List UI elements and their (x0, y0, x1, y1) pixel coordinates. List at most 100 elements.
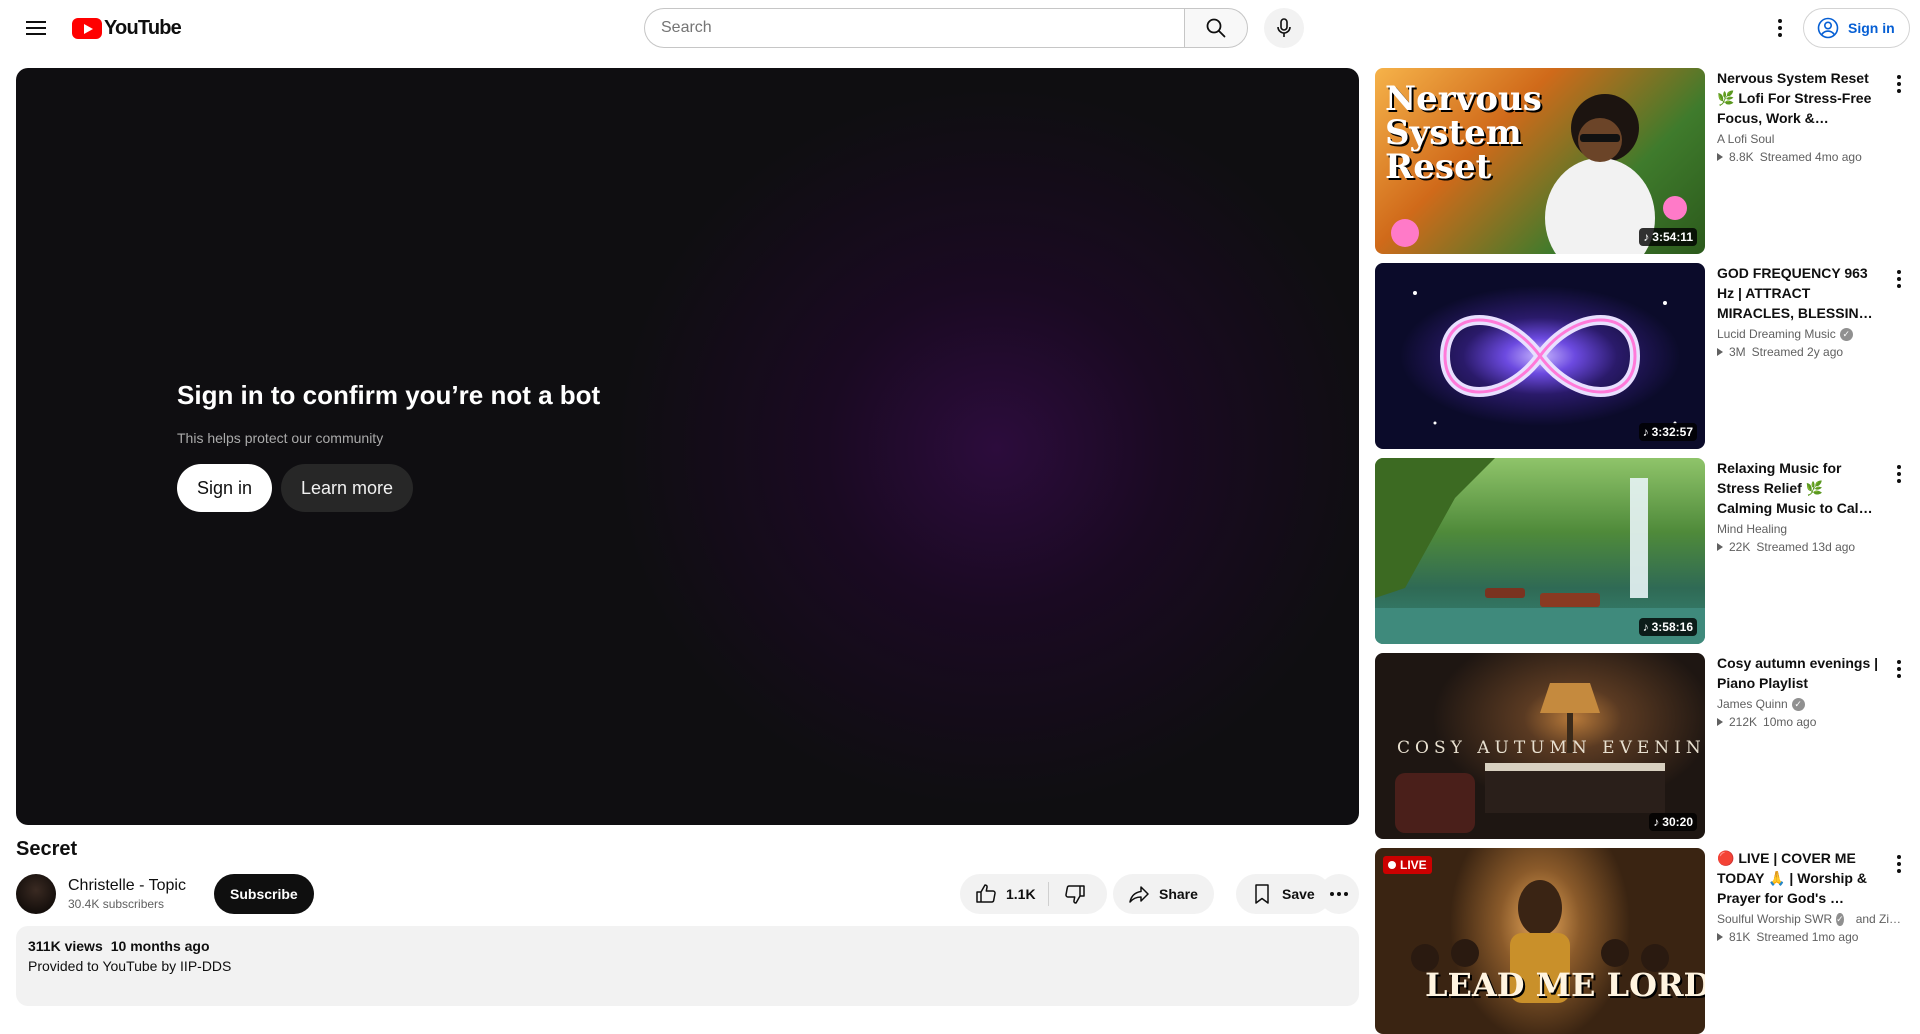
upload-age: Streamed 1mo ago (1756, 930, 1859, 944)
thumbs-up-icon (976, 884, 996, 903)
video-stats: 81K Streamed 1mo ago (1717, 930, 1881, 944)
dislike-button[interactable] (1049, 874, 1101, 914)
view-count: 22K (1729, 540, 1751, 554)
video-stats: 3M Streamed 2y ago (1717, 345, 1881, 359)
save-button[interactable]: Save (1236, 874, 1331, 914)
upload-age: Streamed 2y ago (1751, 345, 1844, 359)
menu-icon[interactable] (16, 12, 56, 44)
like-button[interactable]: 1.1K (960, 882, 1049, 906)
header-signin-button[interactable]: Sign in (1803, 8, 1910, 48)
related-video-item[interactable]: ♪ 3:32:57 GOD FREQUENCY 963 Hz | ATTRACT… (1375, 263, 1905, 449)
verified-icon: ✓ (1836, 912, 1844, 926)
view-count: 81K (1729, 930, 1751, 944)
description-meta: 311K views 10 months ago (28, 938, 1347, 954)
video-channel[interactable]: James Quinn ✓ (1717, 697, 1881, 711)
thumbnail-caption: COSY AUTUMN EVENINGS (1397, 738, 1705, 758)
microphone-icon (1277, 18, 1291, 37)
video-thumbnail[interactable]: ♪ 3:58:16 (1375, 458, 1705, 644)
duration-text: 3:54:11 (1652, 230, 1693, 244)
collab-channel: and Zi… (1855, 912, 1902, 926)
share-button[interactable]: Share (1113, 874, 1214, 914)
video-duration: ♪ 3:58:16 (1638, 618, 1697, 636)
video-title[interactable]: Cosy autumn evenings | Piano Playlist (1717, 653, 1881, 693)
video-title[interactable]: Relaxing Music for Stress Relief 🌿 Calmi… (1717, 458, 1881, 518)
video-channel[interactable]: A Lofi Soul (1717, 132, 1881, 146)
views-icon (1717, 153, 1723, 161)
search-bar (644, 8, 1304, 48)
upload-age: 10 months ago (110, 938, 210, 954)
video-info: Cosy autumn evenings | Piano Playlist Ja… (1717, 653, 1881, 729)
channel-name: Soulful Worship SWR (1717, 912, 1833, 926)
verified-icon: ✓ (1791, 697, 1805, 711)
thumbnail-art (1413, 291, 1677, 425)
action-menu-icon[interactable] (1893, 462, 1905, 486)
settings-menu-icon[interactable] (1764, 12, 1796, 44)
action-menu-icon[interactable] (1893, 657, 1905, 681)
search-input[interactable] (661, 19, 1184, 37)
like-count: 1.1K (1006, 886, 1036, 902)
search-box (644, 8, 1184, 48)
masthead: YouTube Sign in (0, 0, 1920, 56)
duration-text: 30:20 (1662, 815, 1693, 829)
related-video-item[interactable]: ♪ 3:58:16 Relaxing Music for Stress Reli… (1375, 458, 1905, 644)
video-title: Secret (16, 838, 78, 860)
video-duration: ♪ 30:20 (1649, 813, 1697, 831)
learn-more-button[interactable]: Learn more (281, 464, 414, 512)
video-channel[interactable]: Mind Healing (1717, 522, 1881, 536)
header-signin-label: Sign in (1848, 20, 1895, 36)
video-info: Relaxing Music for Stress Relief 🌿 Calmi… (1717, 458, 1881, 554)
video-stats: 22K Streamed 13d ago (1717, 540, 1881, 554)
video-title[interactable]: GOD FREQUENCY 963 Hz | ATTRACT MIRACLES,… (1717, 263, 1881, 323)
music-note-icon: ♪ (1653, 815, 1660, 829)
related-video-item[interactable]: COSY AUTUMN EVENINGS ♪ 30:20 Cosy autumn… (1375, 653, 1905, 839)
youtube-play-icon (72, 18, 102, 39)
video-title[interactable]: 🔴 LIVE | COVER ME TODAY 🙏 | Worship & Pr… (1717, 848, 1881, 908)
action-menu-icon[interactable] (1893, 72, 1905, 96)
channel-name: Lucid Dreaming Music (1717, 327, 1836, 341)
thumbnail-caption: Nervous System Reset (1385, 79, 1542, 187)
bot-check-title: Sign in to confirm you’re not a bot (177, 380, 601, 410)
views-icon (1717, 348, 1723, 356)
bookmark-icon (1255, 884, 1269, 904)
video-duration: ♪ 3:32:57 (1638, 423, 1697, 441)
video-info: Nervous System Reset 🌿 Lofi For Stress-F… (1717, 68, 1881, 164)
channel-name: Mind Healing (1717, 522, 1788, 536)
live-badge: LIVE (1383, 856, 1432, 874)
description-text: Provided to YouTube by IIP-DDS (28, 958, 232, 974)
channel-name: A Lofi Soul (1717, 132, 1775, 146)
live-label: LIVE (1400, 858, 1427, 872)
thumbnail-art (1375, 458, 1705, 644)
related-video-item[interactable]: LIVE LEAD ME LORD 🔴 LIVE | COVER ME TODA… (1375, 848, 1905, 1034)
share-icon (1129, 886, 1149, 903)
view-count: 8.8K (1729, 150, 1754, 164)
video-thumbnail[interactable]: ♪ 3:32:57 (1375, 263, 1705, 449)
voice-search-button[interactable] (1264, 8, 1304, 48)
video-thumbnail[interactable]: COSY AUTUMN EVENINGS ♪ 30:20 (1375, 653, 1705, 839)
video-title[interactable]: Nervous System Reset 🌿 Lofi For Stress-F… (1717, 68, 1881, 128)
video-thumbnail[interactable]: Nervous System Reset ♪ 3:54:11 (1375, 68, 1705, 254)
search-button[interactable] (1184, 8, 1248, 48)
action-menu-icon[interactable] (1893, 852, 1905, 876)
video-stats: 8.8K Streamed 4mo ago (1717, 150, 1881, 164)
music-note-icon: ♪ (1643, 230, 1650, 244)
upload-age: 10mo ago (1763, 715, 1817, 729)
verified-icon: ✓ (1839, 327, 1853, 341)
description-box[interactable]: 311K views 10 months ago Provided to You… (16, 926, 1359, 1006)
related-video-item[interactable]: Nervous System Reset ♪ 3:54:11 Nervous S… (1375, 68, 1905, 254)
video-player[interactable]: Sign in to confirm you’re not a bot This… (16, 68, 1359, 825)
views-icon (1717, 933, 1723, 941)
player-signin-button[interactable]: Sign in (177, 464, 273, 512)
live-dot-icon (1388, 861, 1396, 869)
video-channel[interactable]: Soulful Worship SWR ✓ and Zi… (1717, 912, 1901, 926)
view-count: 212K (1729, 715, 1758, 729)
video-thumbnail[interactable]: LIVE LEAD ME LORD (1375, 848, 1705, 1034)
video-stats: 212K 10mo ago (1717, 715, 1881, 729)
youtube-logo[interactable]: YouTube (72, 17, 182, 40)
action-menu-icon[interactable] (1893, 267, 1905, 291)
bot-check-subtitle: This helps protect our community (177, 430, 384, 446)
video-duration: ♪ 3:54:11 (1639, 228, 1697, 246)
more-actions-icon[interactable] (1319, 874, 1359, 914)
view-count: 311K views (28, 938, 103, 954)
view-count: 3M (1729, 345, 1746, 359)
video-channel[interactable]: Lucid Dreaming Music ✓ (1717, 327, 1881, 341)
